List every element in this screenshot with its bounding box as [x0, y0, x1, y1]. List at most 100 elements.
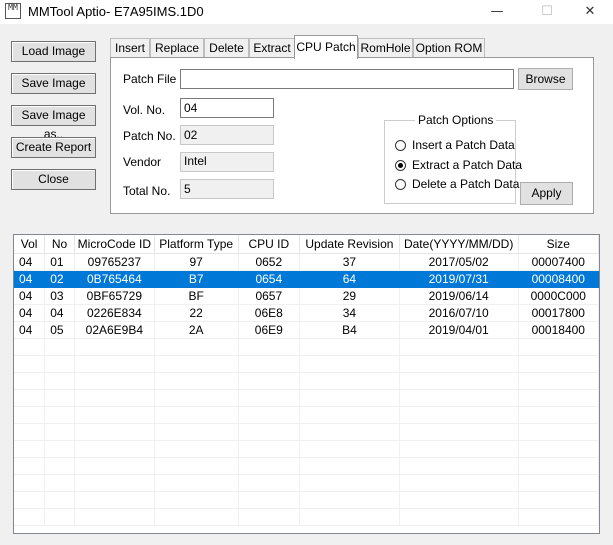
maximize-button: ☐ [541, 4, 553, 19]
cell-microcode-id: 09765237 [74, 253, 155, 271]
cell-no: 01 [44, 253, 75, 271]
tab-option-rom[interactable]: Option ROM [413, 38, 485, 58]
table-row[interactable]: 04 03 0BF65729 BF 0657 29 2019/06/14 000… [14, 287, 599, 305]
browse-button[interactable]: Browse [518, 68, 573, 90]
patch-file-input[interactable] [180, 69, 514, 89]
cell-cpu-id: 0654 [238, 270, 301, 288]
tab-insert[interactable]: Insert [110, 38, 150, 58]
table-row[interactable]: 04 01 09765237 97 0652 37 2017/05/02 000… [14, 253, 599, 271]
column-header-date[interactable]: Date(YYYY/MM/DD) [399, 235, 519, 254]
empty-row [14, 338, 599, 356]
table-header-row: Vol No MicroCode ID Platform Type CPU ID… [14, 235, 599, 254]
cell-vol: 04 [14, 321, 46, 339]
column-header-cpu-id[interactable]: CPU ID [238, 235, 301, 254]
save-image-as-button[interactable]: Save Image as.. [11, 105, 96, 141]
radio-extract-dot[interactable] [395, 160, 406, 171]
close-window-button[interactable]: ✕ [567, 0, 613, 24]
empty-row [14, 440, 599, 458]
status-bar [0, 538, 613, 545]
empty-row [14, 355, 599, 373]
cell-size: 00007400 [518, 253, 599, 271]
cell-date: 2019/04/01 [399, 321, 519, 339]
vol-no-label: Vol. No. [123, 103, 166, 117]
cell-date: 2017/05/02 [399, 253, 519, 271]
empty-row [14, 457, 599, 475]
column-header-microcode-id[interactable]: MicroCode ID [74, 235, 155, 254]
column-header-vol[interactable]: Vol [14, 235, 46, 254]
cell-vol: 04 [14, 304, 46, 322]
cell-date: 2019/06/14 [399, 287, 519, 305]
cell-size: 0000C000 [518, 287, 599, 305]
cell-platform-type: 2A [154, 321, 239, 339]
cell-size: 00017800 [518, 304, 599, 322]
cell-microcode-id: 0B765464 [74, 270, 155, 288]
cell-cpu-id: 06E8 [238, 304, 301, 322]
cell-no: 02 [44, 270, 75, 288]
save-image-button[interactable]: Save Image [11, 73, 96, 94]
cell-update-revision: B4 [299, 321, 400, 339]
load-image-button[interactable]: Load Image [11, 41, 96, 62]
cell-update-revision: 34 [299, 304, 400, 322]
radio-delete-dot[interactable] [395, 179, 406, 190]
tab-cpu-patch[interactable]: CPU Patch [294, 35, 358, 59]
cell-platform-type: 22 [154, 304, 239, 322]
cell-microcode-id: 0226E834 [74, 304, 155, 322]
cell-microcode-id: 0BF65729 [74, 287, 155, 305]
apply-button[interactable]: Apply [520, 182, 573, 205]
cell-update-revision: 64 [299, 270, 400, 288]
cell-date: 2019/07/31 [399, 270, 519, 288]
table-row[interactable]: 04 05 02A6E9B4 2A 06E9 B4 2019/04/01 000… [14, 321, 599, 339]
cell-cpu-id: 0657 [238, 287, 301, 305]
radio-insert-dot[interactable] [395, 140, 406, 151]
radio-delete-label: Delete a Patch Data [412, 177, 520, 191]
total-no-label: Total No. [123, 184, 171, 198]
cell-size: 00018400 [518, 321, 599, 339]
cell-update-revision: 29 [299, 287, 400, 305]
cell-vol: 04 [14, 253, 46, 271]
patch-file-label: Patch File [123, 72, 177, 86]
cell-cpu-id: 06E9 [238, 321, 301, 339]
cell-platform-type: 97 [154, 253, 239, 271]
close-button[interactable]: Close [11, 169, 96, 190]
total-no-field: 5 [180, 179, 274, 199]
patch-no-label: Patch No. [123, 129, 176, 143]
patch-options-title: Patch Options [415, 113, 497, 127]
vendor-field: Intel [180, 152, 274, 172]
tab-replace[interactable]: Replace [150, 38, 204, 58]
empty-row [14, 491, 599, 509]
column-header-platform-type[interactable]: Platform Type [154, 235, 239, 254]
vol-no-input[interactable]: 04 [180, 98, 274, 118]
table-row-selected[interactable]: 04 02 0B765464 B7 0654 64 2019/07/31 000… [14, 270, 599, 288]
empty-row [14, 474, 599, 492]
cell-vol: 04 [14, 270, 46, 288]
cell-size: 00008400 [518, 270, 599, 288]
tab-romhole[interactable]: RomHole [358, 38, 413, 58]
cell-vol: 04 [14, 287, 46, 305]
empty-row [14, 372, 599, 390]
cell-no: 03 [44, 287, 75, 305]
radio-insert-label: Insert a Patch Data [412, 138, 515, 152]
patch-no-field: 02 [180, 125, 274, 145]
cell-platform-type: BF [154, 287, 239, 305]
column-header-size[interactable]: Size [518, 235, 599, 254]
table-row[interactable]: 04 04 0226E834 22 06E8 34 2016/07/10 000… [14, 304, 599, 322]
cpu-patch-panel: Patch File Browse Vol. No. 04 Patch No. … [110, 57, 594, 214]
empty-row [14, 389, 599, 407]
radio-extract-label: Extract a Patch Data [412, 158, 523, 172]
cell-microcode-id: 02A6E9B4 [74, 321, 155, 339]
tab-extract[interactable]: Extract [249, 38, 295, 58]
title-bar: MM MMTool Aptio- E7A95IMS.1D0 — ☐ ✕ [0, 0, 613, 24]
vendor-label: Vendor [123, 155, 162, 169]
patch-options-group: Patch Options Insert a Patch Data Extrac… [384, 113, 522, 204]
create-report-button[interactable]: Create Report [11, 137, 96, 158]
empty-row [14, 508, 599, 526]
empty-row [14, 406, 599, 424]
cell-no: 05 [44, 321, 75, 339]
app-icon: MM [5, 3, 21, 19]
microcode-table[interactable]: Vol No MicroCode ID Platform Type CPU ID… [13, 234, 600, 534]
column-header-update-revision[interactable]: Update Revision [299, 235, 400, 254]
tab-delete[interactable]: Delete [204, 38, 249, 58]
minimize-button[interactable]: — [474, 0, 520, 24]
cell-date: 2016/07/10 [399, 304, 519, 322]
column-header-no[interactable]: No [44, 235, 75, 254]
